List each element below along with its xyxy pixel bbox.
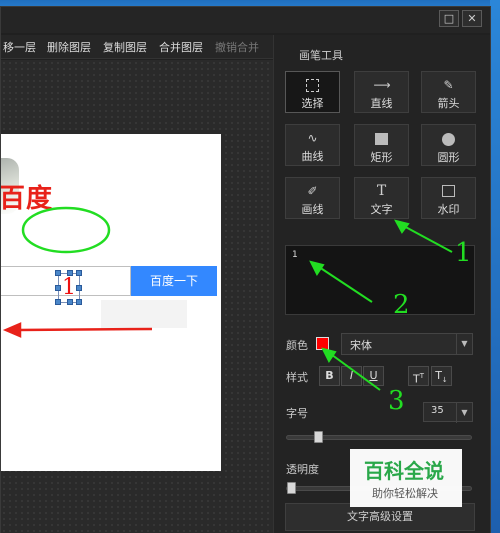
bold-button[interactable]: B xyxy=(319,366,340,386)
font-size-value: 35 xyxy=(431,405,444,416)
move-layer-button[interactable]: 移一层 xyxy=(3,39,36,55)
site-watermark: 百科全说 助你轻松解决 xyxy=(350,449,462,507)
faint-block xyxy=(101,300,187,328)
tool-watermark-button[interactable]: 水印 xyxy=(421,177,476,219)
tool-brush-button[interactable]: ✐ 画线 xyxy=(285,177,340,219)
italic-button[interactable]: I xyxy=(341,366,362,386)
layer-toolbar: 移一层 删除图层 复制图层 合并图层 撤销合并 xyxy=(1,35,273,59)
tool-label: 箭头 xyxy=(437,97,460,110)
style-label: 样式 xyxy=(286,371,308,384)
font-select[interactable]: 宋体 ▼ xyxy=(341,333,473,355)
title-bar: □ ✕ xyxy=(1,7,490,33)
restore-button[interactable]: □ xyxy=(439,10,459,27)
chevron-down-icon: ▼ xyxy=(456,403,472,423)
annotation-number-3: 3 xyxy=(388,386,405,416)
advanced-text-settings-button[interactable]: 文字高级设置 xyxy=(285,503,475,531)
delete-layer-button[interactable]: 删除图层 xyxy=(47,39,91,55)
opacity-slider-thumb[interactable] xyxy=(287,482,296,494)
chevron-down-icon: ▼ xyxy=(456,334,472,354)
watermark-sub-text: 助你轻松解决 xyxy=(372,487,438,500)
resize-handle[interactable] xyxy=(67,270,73,276)
brush-icon: ✐ xyxy=(307,184,318,198)
resize-handle[interactable] xyxy=(67,299,73,305)
superscript-icon[interactable]: TT xyxy=(408,366,429,386)
rectangle-icon xyxy=(375,133,388,145)
tool-label: 圆形 xyxy=(437,151,460,164)
tool-arrow-button[interactable]: ✎ 箭头 xyxy=(421,71,476,113)
subscript-icon[interactable]: T↓ xyxy=(431,366,452,386)
resize-handle[interactable] xyxy=(76,299,82,305)
close-button[interactable]: ✕ xyxy=(462,10,482,27)
arrow-icon: ✎ xyxy=(443,78,454,92)
resize-handle[interactable] xyxy=(55,285,61,291)
watermark-icon xyxy=(442,185,455,197)
color-label: 颜色 xyxy=(286,339,308,352)
line-icon: ⟶ xyxy=(373,78,391,92)
text-input-area[interactable]: 1 xyxy=(285,245,475,315)
selected-text-object[interactable]: 1 xyxy=(55,270,82,305)
curve-icon: ∿ xyxy=(307,131,318,145)
text-object-glyph: 1 xyxy=(62,275,76,300)
undo-merge-button[interactable]: 撤销合并 xyxy=(215,39,259,55)
canvas-image[interactable]: 百度 百度一下 1 xyxy=(1,134,221,471)
tool-line-button[interactable]: ⟶ 直线 xyxy=(354,71,409,113)
tool-rectangle-button[interactable]: 矩形 xyxy=(354,124,409,166)
annotation-number-1: 1 xyxy=(455,238,472,268)
tool-label: 矩形 xyxy=(370,151,393,164)
canvas-area[interactable]: 百度 百度一下 1 xyxy=(1,60,273,533)
copy-layer-button[interactable]: 复制图层 xyxy=(103,39,147,55)
merge-layer-button[interactable]: 合并图层 xyxy=(159,39,203,55)
annotation-number-2: 2 xyxy=(393,290,410,320)
tool-text-button[interactable]: T 文字 xyxy=(354,177,409,219)
watermark-main-text: 百科全说 xyxy=(364,459,444,483)
baidu-logo-text: 百度 xyxy=(1,184,54,214)
color-swatch[interactable] xyxy=(316,337,329,350)
search-button[interactable]: 百度一下 xyxy=(131,266,217,296)
tool-label: 直线 xyxy=(370,97,393,110)
tool-label: 曲线 xyxy=(301,150,324,163)
resize-handle[interactable] xyxy=(55,299,61,305)
select-icon xyxy=(306,79,319,92)
resize-handle[interactable] xyxy=(76,270,82,276)
tool-label: 水印 xyxy=(437,203,460,216)
circle-icon xyxy=(442,133,455,146)
underline-button[interactable]: U xyxy=(363,366,384,386)
font-size-select[interactable]: 35 ▼ xyxy=(423,402,473,423)
opacity-label: 透明度 xyxy=(286,463,319,476)
tool-label: 文字 xyxy=(370,203,393,216)
text-icon: T xyxy=(376,183,387,199)
font-size-slider-thumb[interactable] xyxy=(314,431,323,443)
tool-curve-button[interactable]: ∿ 曲线 xyxy=(285,124,340,166)
font-select-value: 宋体 xyxy=(350,339,372,352)
tool-select-button[interactable]: 选择 xyxy=(285,71,340,113)
resize-handle[interactable] xyxy=(76,285,82,291)
tool-label: 画线 xyxy=(301,203,324,216)
desktop-background-right xyxy=(490,0,500,533)
size-label: 字号 xyxy=(286,407,308,420)
tool-label: 选择 xyxy=(301,97,324,110)
tool-circle-button[interactable]: 圆形 xyxy=(421,124,476,166)
panel-title: 画笔工具 xyxy=(299,49,343,62)
resize-handle[interactable] xyxy=(55,270,61,276)
